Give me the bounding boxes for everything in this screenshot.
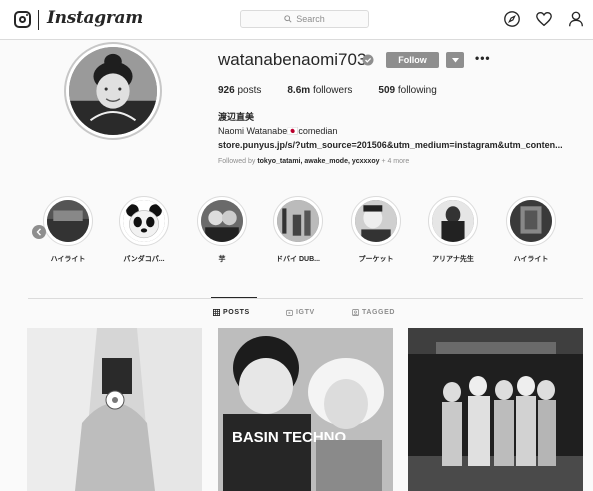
story-highlights: ハイライト パンダコパ... 芋 ドバイ DUB... プーケット アリアナ先生 — [28, 196, 588, 271]
profile-bio: 渡辺直美 Naomi Watanabe🇯🇵comedian store.puny… — [218, 110, 588, 152]
following-stat[interactable]: 509 following — [378, 85, 436, 96]
highlight-item[interactable]: 芋 — [192, 196, 252, 264]
highlight-label: ドバイ DUB... — [276, 256, 320, 263]
tabs-divider — [28, 298, 583, 299]
posts-count: 926 — [218, 85, 235, 96]
followed-by-more: + 4 more — [381, 158, 410, 165]
followed-by-text[interactable]: Followed by tokyo_tatami, awake_mode, yc… — [218, 158, 409, 165]
post-image — [27, 328, 202, 491]
search-placeholder: Search — [296, 14, 325, 24]
highlight-label: アリアナ先生 — [432, 256, 474, 263]
highlight-label: ハイライト — [50, 256, 86, 263]
suggested-accounts-dropdown-button[interactable] — [446, 52, 464, 68]
post-thumbnail[interactable] — [27, 328, 202, 491]
profile-stats: 926 posts 8.6m followers 509 following — [218, 85, 463, 96]
active-tab-indicator — [211, 297, 257, 298]
highlight-cover — [432, 200, 474, 242]
instagram-camera-icon[interactable] — [14, 11, 31, 28]
tag-icon — [352, 309, 359, 316]
posts-label: posts — [237, 85, 262, 96]
tab-tagged[interactable]: TAGGED — [352, 309, 395, 316]
profile-user-icon[interactable] — [567, 10, 585, 28]
avatar-image — [69, 47, 157, 135]
following-label: following — [397, 85, 437, 96]
highlight-item[interactable]: プーケット — [346, 196, 406, 264]
chevron-down-icon — [451, 57, 459, 62]
followed-by-prefix: Followed by — [218, 158, 256, 165]
following-count: 509 — [378, 85, 396, 96]
instagram-wordmark[interactable]: Instagram — [47, 8, 143, 28]
more-options-button[interactable]: ••• — [475, 51, 491, 65]
follow-button[interactable]: Follow — [386, 52, 439, 68]
search-input[interactable]: Search — [240, 10, 369, 28]
profile-avatar[interactable] — [64, 42, 162, 140]
highlight-label: ハイライト — [513, 256, 549, 263]
profile-username: watanabenaomi703 — [218, 50, 367, 69]
highlight-item[interactable]: アリアナ先生 — [423, 196, 483, 264]
nav-icons — [503, 10, 585, 28]
highlight-item[interactable]: ハイライト — [501, 196, 561, 264]
highlight-item[interactable]: ドバイ DUB... — [268, 196, 328, 264]
tab-posts[interactable]: POSTS — [213, 309, 250, 316]
highlight-label: パンダコパ... — [123, 256, 165, 263]
followed-by-users: tokyo_tatami, awake_mode, ycxxxoy — [257, 158, 380, 165]
tab-igtv[interactable]: IGTV — [286, 309, 315, 316]
highlight-label: 芋 — [218, 256, 226, 263]
tab-posts-label: POSTS — [223, 309, 250, 316]
highlight-label: プーケット — [358, 256, 394, 263]
highlights-scroll-left-button[interactable] — [32, 225, 46, 239]
post-thumbnail[interactable]: BASIN TECHNO — [218, 328, 393, 491]
bio-description: Naomi Watanabe🇯🇵comedian — [218, 126, 338, 136]
post-thumbnail[interactable] — [408, 328, 583, 491]
logo-divider — [38, 10, 39, 30]
top-navigation-bar: Instagram Search — [0, 0, 593, 40]
chevron-left-icon — [36, 228, 42, 236]
heart-activity-icon[interactable] — [535, 10, 553, 28]
highlight-cover — [277, 200, 319, 242]
highlight-cover — [510, 200, 552, 242]
post-image: BASIN TECHNO — [218, 328, 393, 491]
highlight-cover — [123, 200, 165, 242]
highlight-cover — [355, 200, 397, 242]
tab-tagged-label: TAGGED — [362, 309, 396, 316]
compass-explore-icon[interactable] — [503, 10, 521, 28]
igtv-icon — [286, 309, 293, 316]
followers-stat[interactable]: 8.6m followers — [287, 85, 352, 96]
followers-count: 8.6m — [287, 85, 311, 96]
highlight-item[interactable]: パンダコパ... — [114, 196, 174, 264]
tab-igtv-label: IGTV — [296, 309, 315, 316]
verified-badge-icon — [362, 54, 374, 66]
bio-full-name: 渡辺直美 — [218, 112, 255, 122]
search-icon — [284, 15, 292, 23]
highlight-cover — [201, 200, 243, 242]
bio-link[interactable]: store.punyus.jp/s/?utm_source=201506&utm… — [218, 138, 588, 152]
followers-label: followers — [312, 85, 353, 96]
highlight-cover — [47, 200, 89, 242]
highlight-item[interactable]: ハイライト — [38, 196, 98, 264]
post-image — [408, 328, 583, 491]
grid-icon — [213, 309, 220, 316]
posts-stat: 926 posts — [218, 85, 261, 96]
